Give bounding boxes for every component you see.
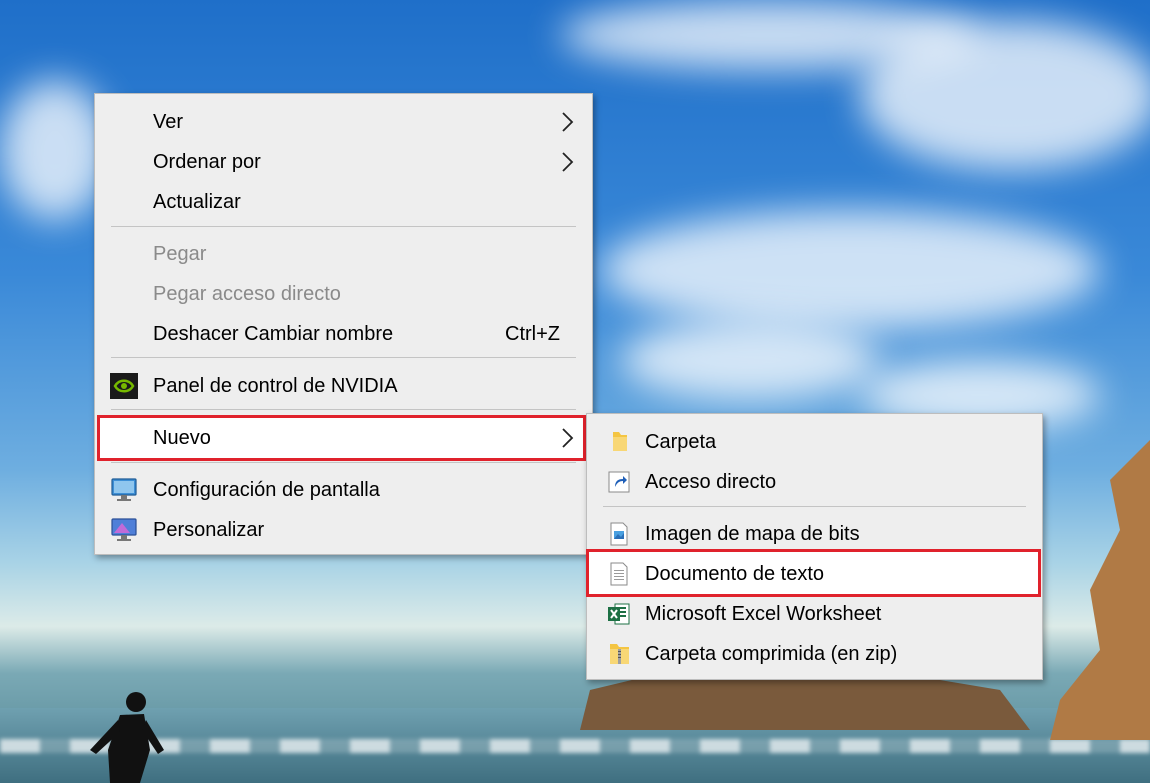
personalize-icon (111, 518, 137, 541)
text-document-icon (610, 562, 628, 586)
submenu-item-label: Carpeta (645, 430, 717, 453)
submenu-item-label: Acceso directo (645, 470, 777, 493)
menu-item-label: Pegar (153, 242, 207, 265)
menu-item-label: Actualizar (153, 190, 241, 213)
menu-item-label: Deshacer Cambiar nombre (153, 322, 394, 345)
runner-silhouette (90, 692, 164, 783)
menu-item-label: Panel de control de NVIDIA (153, 374, 398, 397)
menu-item-shortcut: Ctrl+Z (505, 322, 560, 345)
menu-item-label: Pegar acceso directo (153, 282, 341, 305)
shortcut-icon (608, 471, 630, 493)
menu-separator (111, 409, 576, 410)
submenu-item-excel-worksheet[interactable]: Microsoft Excel Worksheet (587, 594, 1042, 634)
menu-item-label: Ver (153, 110, 184, 133)
nuevo-submenu: Carpeta Acceso directo Imagen de mapa de… (586, 413, 1043, 680)
desktop-context-menu: Ver Ordenar por Actualizar Pegar Pegar a… (94, 93, 593, 555)
menu-item-configuracion-pantalla[interactable]: Configuración de pantalla (95, 470, 592, 510)
menu-item-label: Configuración de pantalla (153, 478, 380, 501)
submenu-item-label: Microsoft Excel Worksheet (645, 602, 882, 625)
submenu-separator (603, 506, 1026, 507)
chevron-right-icon (562, 152, 574, 172)
submenu-item-carpeta-comprimida[interactable]: Carpeta comprimida (en zip) (587, 634, 1042, 674)
menu-item-nvidia-panel[interactable]: Panel de control de NVIDIA (95, 366, 592, 406)
submenu-item-label: Carpeta comprimida (en zip) (645, 642, 898, 665)
submenu-item-label: Documento de texto (645, 562, 824, 585)
menu-item-pegar-acceso-directo[interactable]: Pegar acceso directo (95, 274, 592, 314)
menu-item-ver[interactable]: Ver (95, 102, 592, 142)
excel-icon (608, 603, 630, 625)
cliff (1050, 440, 1150, 740)
menu-separator (111, 357, 576, 358)
chevron-right-icon (562, 112, 574, 132)
bitmap-icon (610, 522, 628, 546)
submenu-item-imagen-mapa-bits[interactable]: Imagen de mapa de bits (587, 514, 1042, 554)
submenu-item-documento-texto[interactable]: Documento de texto (587, 554, 1042, 594)
menu-separator (111, 226, 576, 227)
menu-item-deshacer-cambiar-nombre[interactable]: Deshacer Cambiar nombre Ctrl+Z (95, 314, 592, 354)
folder-icon (613, 432, 627, 451)
submenu-item-label: Imagen de mapa de bits (645, 522, 860, 545)
zip-folder-icon (610, 644, 629, 664)
menu-item-label: Nuevo (153, 426, 211, 449)
menu-item-nuevo[interactable]: Nuevo (95, 418, 592, 458)
menu-item-ordenar-por[interactable]: Ordenar por (95, 142, 592, 182)
menu-separator (111, 462, 576, 463)
nvidia-icon (110, 373, 138, 399)
submenu-item-acceso-directo[interactable]: Acceso directo (587, 462, 1042, 502)
menu-item-actualizar[interactable]: Actualizar (95, 182, 592, 222)
chevron-right-icon (562, 428, 574, 448)
submenu-item-carpeta[interactable]: Carpeta (587, 422, 1042, 462)
display-settings-icon (111, 478, 137, 501)
menu-item-personalizar[interactable]: Personalizar (95, 510, 592, 550)
menu-item-label: Personalizar (153, 518, 265, 541)
menu-item-label: Ordenar por (153, 150, 261, 173)
menu-item-pegar[interactable]: Pegar (95, 234, 592, 274)
